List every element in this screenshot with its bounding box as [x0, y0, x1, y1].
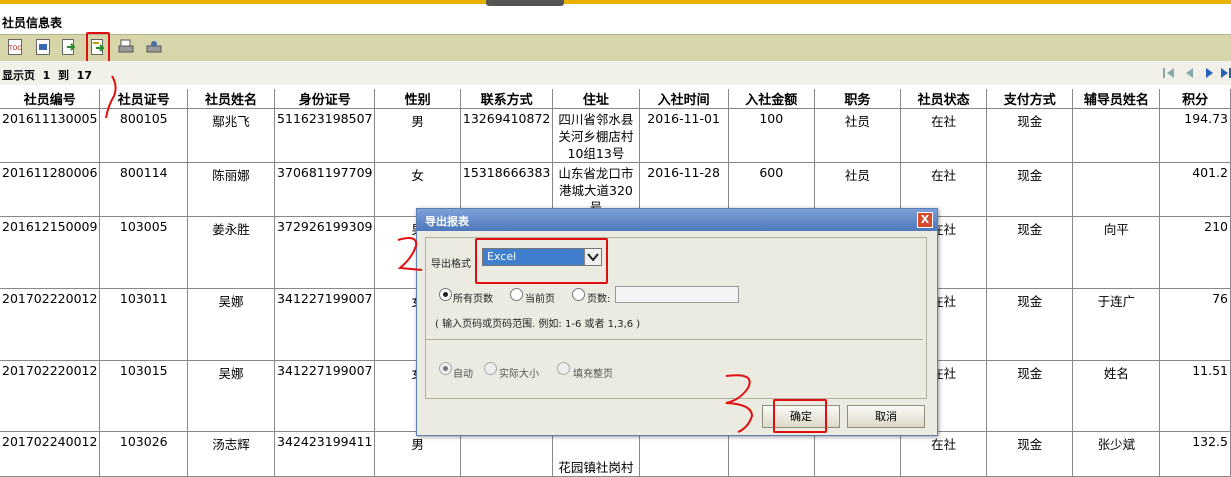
- annotation-scribbles: [105, 75, 754, 433]
